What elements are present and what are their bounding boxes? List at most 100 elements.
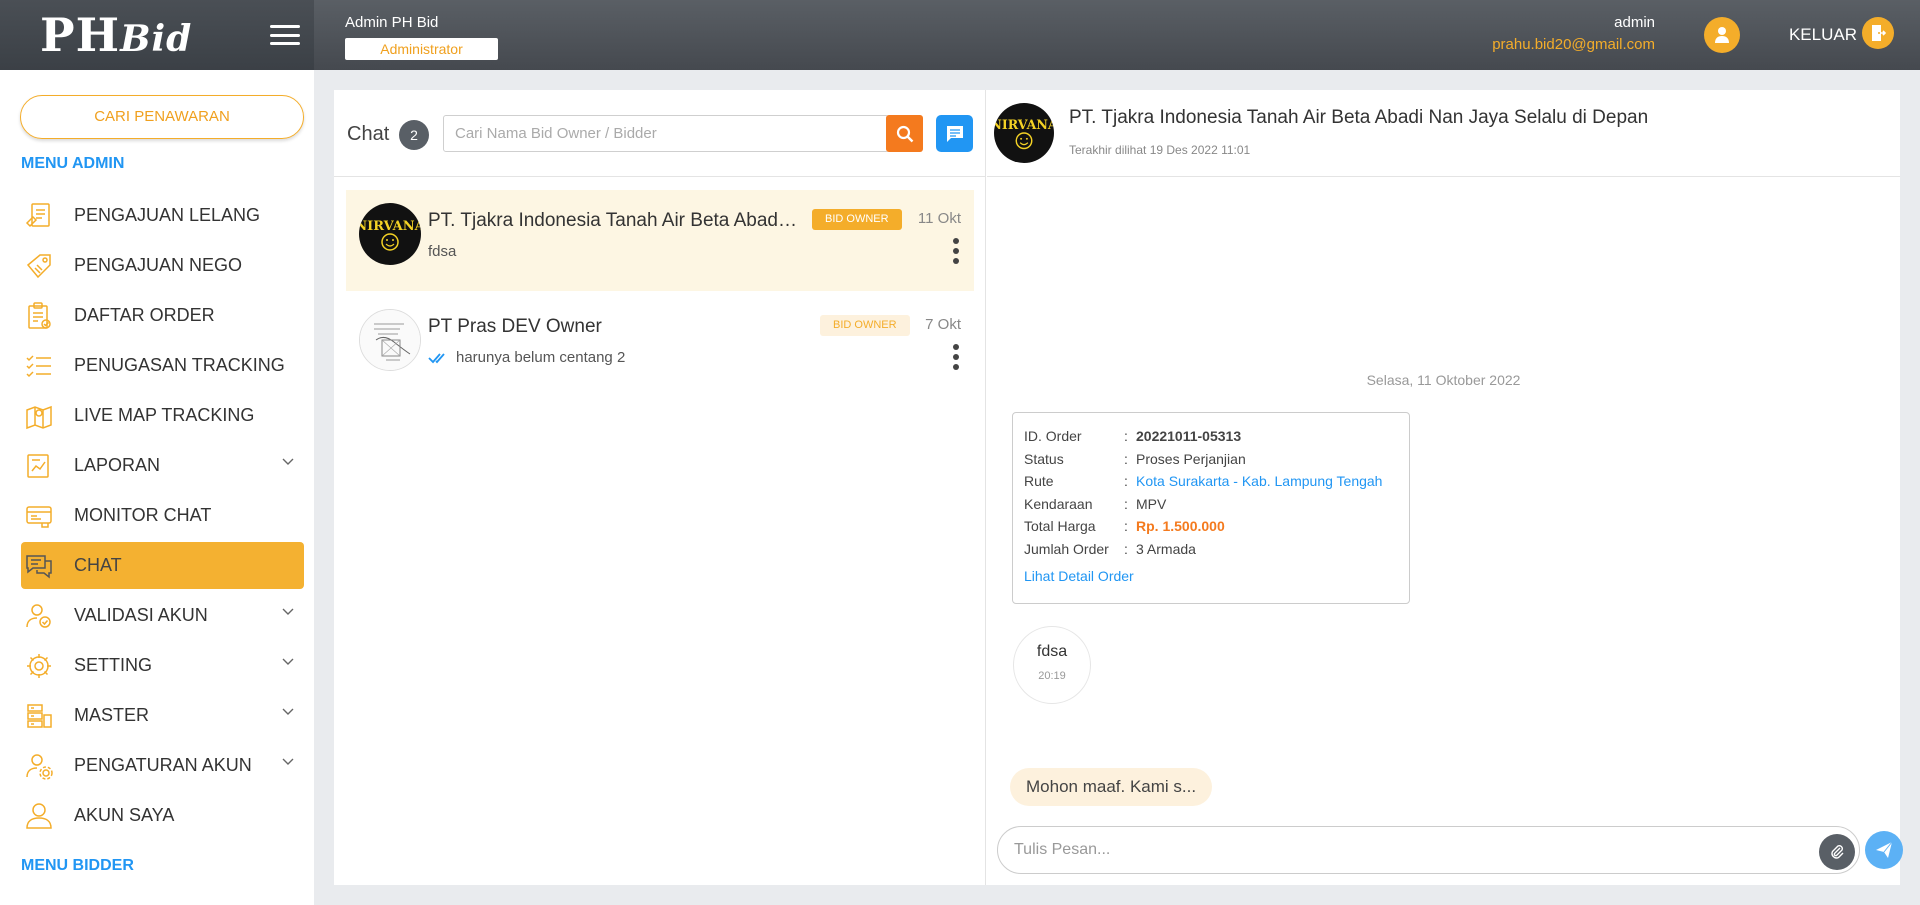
order-row: Rute: Kota Surakarta - Kab. Lampung Tenga…	[1024, 473, 1383, 490]
sidebar-item-label: SETTING	[74, 655, 153, 675]
server-icon	[22, 699, 56, 733]
chat-title: Chat	[347, 123, 390, 145]
exit-door-icon[interactable]	[1862, 17, 1894, 49]
chat-panel: Chat 2 NIRVANA PT. Tjakra Indonesia Tana…	[334, 90, 1903, 885]
sidebar-item-penugasan-tracking[interactable]: PENUGASAN TRACKING	[21, 342, 304, 389]
send-button[interactable]	[1865, 831, 1903, 869]
sidebar-item-monitor-chat[interactable]: MONITOR CHAT	[21, 492, 304, 539]
incoming-message: fdsa 20:19	[1013, 626, 1091, 704]
conversation-name: PT. Tjakra Indonesia Tanah Air Beta Abad…	[428, 210, 798, 231]
sidebar-item-pengajuan-nego[interactable]: PENGAJUAN NEGO	[21, 242, 304, 289]
order-card: ID. Order:20221011-05313 Status: Proses P…	[1012, 412, 1410, 604]
paperclip-icon	[1831, 845, 1844, 859]
role-badge: BID OWNER	[812, 209, 902, 230]
sidebar-item-label: LAPORAN	[74, 455, 161, 475]
attach-button[interactable]	[1819, 834, 1855, 870]
chevron-down-icon	[282, 608, 294, 615]
quick-reply-bubble[interactable]: Mohon maaf. Kami s...	[1010, 768, 1213, 806]
sidebar-item-pengajuan-lelang[interactable]: PENGAJUAN LELANG	[21, 192, 304, 239]
chat-partner-name: PT. Tjakra Indonesia Tanah Air Beta Abad…	[1069, 107, 1649, 128]
auction-request-icon	[22, 199, 56, 233]
logout-button[interactable]: KELUAR	[1789, 25, 1857, 45]
sidebar-item-label: MONITOR CHAT	[74, 505, 212, 525]
conversation-preview: fdsa	[428, 243, 457, 260]
sidebar-item-live-map-tracking[interactable]: LIVE MAP TRACKING	[21, 392, 304, 439]
chat-count-badge: 2	[399, 120, 429, 150]
sidebar-item-label: PENGAJUAN NEGO	[74, 255, 243, 275]
admin-menu-heading: MENU ADMIN	[21, 155, 125, 172]
role-badge: BID OWNER	[820, 315, 910, 336]
sidebar-item-label: CHAT	[74, 555, 122, 575]
last-seen: Terakhir dilihat 19 Des 2022 11:01	[1069, 143, 1251, 157]
sidebar-item-label: DAFTAR ORDER	[74, 305, 215, 325]
sidebar-item-label: LIVE MAP TRACKING	[74, 405, 255, 425]
monitor-chat-icon	[22, 499, 56, 533]
message-input[interactable]	[1014, 827, 1794, 873]
sidebar-item-label: MASTER	[74, 705, 150, 725]
chevron-down-icon	[282, 458, 294, 465]
search-icon	[896, 125, 913, 142]
admin-name: admin	[1614, 14, 1655, 31]
order-row: Total Harga: Rp. 1.500.000	[1024, 518, 1225, 535]
user-icon	[22, 799, 56, 833]
user-check-icon	[22, 599, 56, 633]
chat-window-header: NIRVANA PT. Tjakra Indonesia Tanah Air B…	[987, 90, 1900, 177]
order-detail-link[interactable]: Lihat Detail Order	[1024, 568, 1134, 584]
svg-text:NIRVANA: NIRVANA	[359, 219, 421, 234]
admin-email: prahu.bid20@gmail.com	[1492, 36, 1655, 53]
more-options-icon[interactable]	[952, 238, 960, 264]
avatar: NIRVANA	[359, 203, 421, 265]
admin-info: admin prahu.bid20@gmail.com	[1492, 14, 1655, 53]
chevron-down-icon	[282, 708, 294, 715]
bidder-menu-heading: MENU BIDDER	[21, 857, 134, 874]
conversation-date: 7 Okt	[925, 316, 961, 333]
message-icon	[946, 125, 963, 142]
sidebar-item-master[interactable]: MASTER	[21, 692, 304, 739]
top-bar: PHBid Admin PH Bid Administrator admin p…	[0, 0, 1920, 70]
chevron-down-icon	[282, 658, 294, 665]
sidebar-item-pengaturan-akun[interactable]: PENGATURAN AKUN	[21, 742, 304, 789]
chat-search-input[interactable]	[443, 115, 889, 152]
role-badge: Administrator	[345, 38, 498, 60]
sidebar-item-label: VALIDASI AKUN	[74, 605, 208, 625]
sidebar: CARI PENAWARAN MENU ADMIN PENGAJUAN LELA…	[0, 70, 314, 905]
new-chat-button[interactable]	[936, 115, 973, 152]
app-logo[interactable]: PHBid	[40, 8, 192, 62]
search-button[interactable]	[886, 115, 923, 152]
conversation-item[interactable]: PT Pras DEV Owner BID OWNER 7 Okt haruny…	[346, 296, 974, 397]
report-chart-icon	[22, 449, 56, 483]
user-title: Admin PH Bid	[345, 14, 439, 31]
paper-plane-icon	[1876, 841, 1893, 858]
sidebar-item-chat[interactable]: CHAT	[21, 542, 304, 589]
order-row: Kendaraan: MPV	[1024, 495, 1167, 512]
hamburger-menu-icon[interactable]	[270, 25, 301, 45]
sidebar-item-daftar-order[interactable]: DAFTAR ORDER	[21, 292, 304, 339]
message-text: fdsa	[1036, 643, 1068, 660]
conversation-item[interactable]: NIRVANA PT. Tjakra Indonesia Tanah Air B…	[346, 190, 974, 291]
sidebar-item-akun-saya[interactable]: AKUN SAYA	[21, 792, 304, 839]
clipboard-order-icon	[22, 299, 56, 333]
conversation-date: 11 Okt	[917, 210, 961, 227]
conversation-list-header: Chat 2	[334, 90, 986, 177]
conversation-list: Chat 2 NIRVANA PT. Tjakra Indonesia Tana…	[334, 90, 986, 885]
sidebar-item-label: PENGATURAN AKUN	[74, 755, 252, 775]
message-time: 20:19	[1038, 670, 1066, 682]
more-options-icon[interactable]	[952, 344, 960, 370]
sidebar-item-setting[interactable]: SETTING	[21, 642, 304, 689]
logo-area: PHBid	[0, 0, 314, 70]
header: Admin PH Bid Administrator admin prahu.b…	[314, 0, 1920, 70]
checklist-icon	[22, 349, 56, 383]
profile-user-icon[interactable]	[1704, 17, 1740, 53]
sidebar-item-validasi-akun[interactable]: VALIDASI AKUN	[21, 592, 304, 639]
sidebar-item-label: PENUGASAN TRACKING	[74, 355, 285, 375]
sidebar-item-laporan[interactable]: LAPORAN	[21, 442, 304, 489]
chat-window: NIRVANA PT. Tjakra Indonesia Tanah Air B…	[987, 90, 1903, 885]
search-offer-button[interactable]: CARI PENAWARAN	[20, 95, 304, 139]
date-separator: Selasa, 11 Oktober 2022	[1366, 372, 1521, 388]
avatar	[359, 309, 421, 371]
svg-text:NIRVANA: NIRVANA	[994, 117, 1054, 132]
sidebar-item-label: PENGAJUAN LELANG	[74, 205, 261, 225]
order-row: Status: Proses Perjanjian	[1024, 450, 1246, 467]
chevron-down-icon	[282, 758, 294, 765]
order-row: Jumlah Order:3 Armada	[1024, 540, 1196, 557]
